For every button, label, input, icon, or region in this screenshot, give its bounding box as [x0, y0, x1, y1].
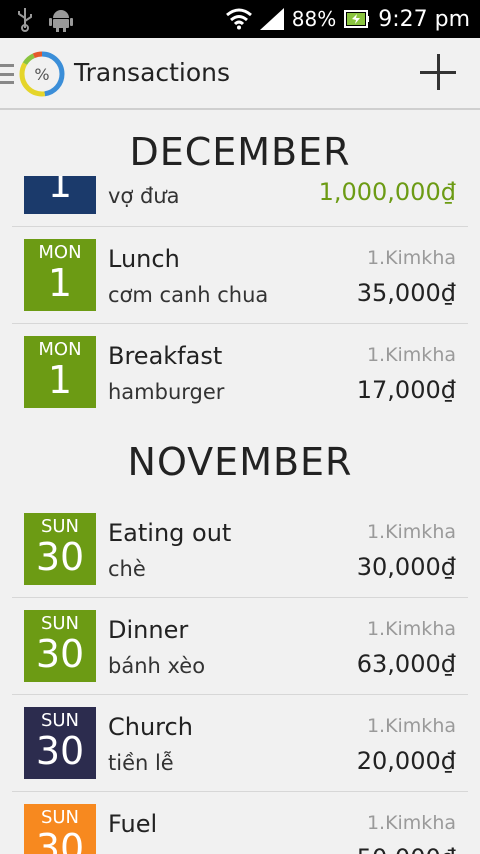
transaction-row[interactable]: SUN 30 Eating out chè 1.Kimkha 30,000₫ — [12, 501, 468, 598]
svg-text:%: % — [34, 65, 49, 84]
signal-icon — [259, 8, 284, 30]
transaction-note: vợ đưa — [108, 184, 180, 208]
transaction-note: hamburger — [108, 380, 225, 404]
transaction-category: Dinner — [108, 616, 189, 644]
transaction-note: chè — [108, 557, 146, 581]
date-day: 1 — [47, 176, 73, 206]
transaction-amount: 1,000,000₫ — [318, 178, 456, 206]
transaction-row[interactable]: SUN 30 Church tiền lễ 1.Kimkha 20,000₫ — [12, 695, 468, 792]
transaction-note: bánh xèo — [108, 654, 206, 678]
status-bar: 88% 9:27 pm — [0, 0, 480, 38]
transaction-account: 1.Kimkha — [366, 521, 456, 543]
transaction-amount: 30,000₫ — [356, 553, 456, 581]
date-badge: MON 1 — [24, 239, 96, 311]
date-badge: SUN 30 — [24, 610, 96, 682]
date-badge: SUN 30 — [24, 804, 96, 854]
transaction-row[interactable]: MON 1 Lunch cơm canh chua 1.Kimkha 35,00… — [12, 227, 468, 324]
date-day: 1 — [47, 358, 73, 402]
transaction-account: 1.Kimkha — [366, 618, 456, 640]
clock: 9:27 pm — [378, 6, 470, 32]
date-day: 30 — [35, 535, 85, 579]
battery-charging-icon — [344, 10, 370, 28]
transaction-amount: 50,000₫ — [357, 844, 456, 854]
android-debug-icon — [49, 10, 73, 32]
date-day: 30 — [35, 632, 85, 676]
date-day: 30 — [35, 729, 85, 773]
transaction-amount: 63,000₫ — [356, 650, 456, 678]
usb-icon — [18, 8, 32, 32]
date-dow: SUN — [40, 516, 80, 537]
transaction-note: cơm canh chua — [108, 283, 269, 307]
app-bar: % Transactions — [0, 38, 480, 110]
transaction-note: tiền lễ — [108, 751, 174, 775]
transaction-account: 1.Kimkha — [366, 715, 456, 737]
date-day: 30 — [35, 826, 85, 854]
transaction-row[interactable]: SUN 30 Dinner bánh xèo 1.Kimkha 63,000₫ — [12, 598, 468, 695]
transaction-category: Lunch — [108, 245, 180, 273]
status-left-icons — [16, 6, 74, 32]
date-badge: SUN 30 — [24, 513, 96, 585]
status-right: 88% 9:27 pm — [225, 0, 470, 38]
add-transaction-button[interactable] — [420, 54, 456, 90]
transaction-category: Eating out — [108, 519, 232, 547]
transaction-account: 1.Kimkha — [366, 344, 456, 366]
date-dow: MON — [38, 242, 82, 263]
transaction-amount: 20,000₫ — [356, 747, 456, 775]
month-header: NOVEMBER — [127, 440, 353, 484]
page-title: Transactions — [74, 58, 231, 87]
transaction-row[interactable]: SUN 30 Fuel 1.Kimkha 50,000₫ — [12, 792, 468, 854]
date-badge: 1 — [24, 176, 96, 214]
date-dow: MON — [38, 339, 82, 360]
transaction-category: Church — [108, 713, 193, 741]
transaction-account: 1.Kimkha — [366, 247, 456, 269]
transaction-row[interactable]: MON 1 Breakfast hamburger 1.Kimkha 17,00… — [12, 324, 468, 420]
date-dow: SUN — [40, 710, 80, 731]
date-day: 1 — [47, 261, 73, 305]
date-badge: MON 1 — [24, 336, 96, 408]
transaction-category: Fuel — [108, 810, 158, 838]
app-logo[interactable]: % — [18, 50, 66, 98]
wifi-icon — [225, 8, 252, 30]
menu-icon[interactable] — [0, 64, 14, 84]
battery-percent: 88% — [291, 7, 337, 31]
month-header: DECEMBER — [129, 130, 351, 174]
date-badge: SUN 30 — [24, 707, 96, 779]
transaction-amount: 35,000₫ — [356, 279, 456, 307]
date-dow: SUN — [40, 613, 80, 634]
transaction-category: Breakfast — [108, 342, 223, 370]
transaction-account: 1.Kimkha — [366, 812, 456, 834]
transaction-amount: 17,000₫ — [356, 376, 456, 404]
transaction-row[interactable]: 1 vợ đưa 1,000,000₫ — [12, 170, 468, 227]
date-dow: SUN — [40, 807, 80, 828]
